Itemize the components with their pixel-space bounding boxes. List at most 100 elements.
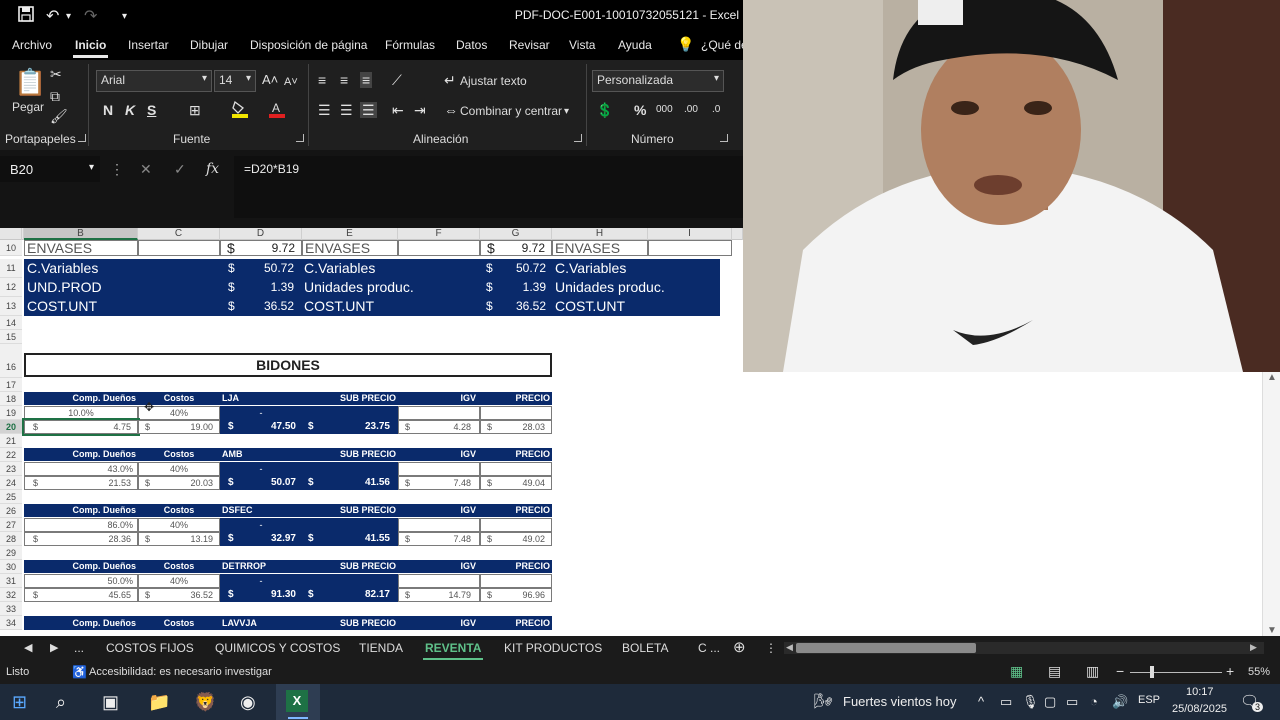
dialog-launcher-icon[interactable]: [78, 134, 86, 142]
align-bottom-icon[interactable]: ≡: [360, 72, 373, 88]
cell-e10[interactable]: ENVASES: [302, 240, 398, 256]
cell-f20[interactable]: $ 4.28: [398, 420, 480, 434]
row-header[interactable]: 25: [0, 490, 22, 504]
cell-h10[interactable]: ENVASES: [552, 240, 648, 256]
zoom-in-icon[interactable]: +: [1226, 663, 1234, 679]
font-color-icon[interactable]: A: [268, 100, 286, 121]
copy-icon[interactable]: ⧉: [50, 88, 60, 104]
scroll-left-icon[interactable]: ◀: [786, 642, 793, 653]
chevron-up-icon[interactable]: ^: [978, 690, 984, 714]
select-all-corner[interactable]: [0, 228, 22, 240]
row-header[interactable]: 15: [0, 330, 22, 344]
cell-h13[interactable]: COST.UNT: [555, 299, 705, 316]
cell-d32[interactable]: $ 91.30: [220, 588, 302, 602]
cell-g28[interactable]: $ 49.02: [480, 532, 552, 546]
cell-f31[interactable]: [398, 574, 480, 588]
header-costos[interactable]: Costos: [138, 560, 220, 573]
cell-e20[interactable]: $ 23.75: [302, 420, 398, 434]
header-comp-duenos[interactable]: Comp. Dueños: [24, 560, 136, 573]
accessibility-status[interactable]: Accesibilidad: es necesario investigar: [89, 666, 272, 678]
cell-b27[interactable]: 86.0%: [24, 518, 138, 532]
cell-d20[interactable]: $ 47.50: [220, 420, 302, 434]
column-header-j[interactable]: [732, 228, 743, 240]
cell-e11[interactable]: C.Variables: [304, 261, 398, 278]
cell-e32[interactable]: $ 82.17: [302, 588, 398, 602]
wifi-icon[interactable]: ◔: [1090, 690, 1098, 714]
page-break-view-icon[interactable]: ▥: [1086, 663, 1099, 680]
microphone-icon[interactable]: 🎙: [1022, 690, 1039, 714]
tab-vista[interactable]: Vista: [569, 38, 595, 52]
header-sub-precio[interactable]: SUB PRECIO: [302, 616, 396, 630]
borders-icon[interactable]: ⊞: [189, 102, 201, 118]
cell-c28[interactable]: $ 13.19: [138, 532, 220, 546]
column-header-f[interactable]: F: [398, 228, 480, 240]
sheet-tab-quimicos[interactable]: QUIMICOS Y COSTOS: [215, 641, 340, 655]
more-sheets-left[interactable]: ...: [74, 641, 84, 655]
column-header-e[interactable]: E: [302, 228, 398, 240]
obs-recorder-icon[interactable]: ◉: [240, 690, 256, 714]
cell-b11[interactable]: C.Variables: [27, 261, 137, 278]
cell-g24[interactable]: $ 49.04: [480, 476, 552, 490]
column-header-i[interactable]: I: [648, 228, 732, 240]
row-header[interactable]: 29: [0, 546, 22, 560]
screen-share-icon[interactable]: ▢: [1044, 690, 1056, 714]
redo-icon[interactable]: ↷: [84, 6, 97, 26]
row-header[interactable]: 18: [0, 392, 22, 406]
italic-button[interactable]: K: [125, 102, 135, 118]
scroll-right-icon[interactable]: ▶: [1250, 642, 1257, 653]
cell-b28[interactable]: $ 28.36: [24, 532, 138, 546]
font-size-select[interactable]: 14 ▾: [214, 70, 256, 92]
cell-d24[interactable]: $ 50.07: [220, 476, 302, 490]
cell-b12[interactable]: UND.PROD: [27, 280, 137, 297]
undo-icon[interactable]: ↶: [46, 6, 59, 26]
header-precio[interactable]: PRECIO: [480, 448, 550, 461]
file-explorer-icon[interactable]: 📁: [148, 690, 170, 714]
lightbulb-icon[interactable]: 💡: [677, 36, 694, 53]
decrease-indent-icon[interactable]: ⇤: [392, 102, 404, 118]
formula-input[interactable]: =D20*B19: [234, 156, 743, 218]
header-comp-duenos[interactable]: Comp. Dueños: [24, 616, 136, 630]
column-header-h[interactable]: H: [552, 228, 648, 240]
excel-taskbar-button[interactable]: X: [276, 684, 320, 720]
prev-sheet-icon[interactable]: ◀: [24, 641, 32, 654]
cell-d10[interactable]: $ 9.72: [220, 240, 302, 256]
zoom-slider-thumb[interactable]: [1150, 666, 1154, 678]
column-header-b[interactable]: B: [24, 228, 138, 240]
tab-inicio[interactable]: Inicio: [72, 38, 109, 58]
cell-b31[interactable]: 50.0%: [24, 574, 138, 588]
next-sheet-icon[interactable]: ▶: [50, 641, 58, 654]
zoom-out-icon[interactable]: −: [1116, 663, 1124, 679]
header-precio[interactable]: PRECIO: [480, 392, 550, 405]
tab-revisar[interactable]: Revisar: [509, 38, 550, 52]
scroll-down-icon[interactable]: ▼: [1267, 625, 1277, 636]
row-header[interactable]: 21: [0, 434, 22, 448]
cell-f28[interactable]: $ 7.48: [398, 532, 480, 546]
cell-e13[interactable]: COST.UNT: [304, 299, 398, 316]
clock-date[interactable]: 25/08/2025: [1172, 703, 1227, 715]
cell-d13[interactable]: $ 36.52: [226, 299, 300, 316]
more-options-icon[interactable]: ⋮: [765, 641, 777, 655]
cell-b20[interactable]: $ 4.75: [22, 418, 140, 436]
page-layout-view-icon[interactable]: ▤: [1048, 663, 1061, 680]
cell-e23[interactable]: [302, 462, 398, 476]
clock-time[interactable]: 10:17: [1186, 686, 1214, 698]
cell-d27[interactable]: -: [220, 518, 302, 532]
header-client[interactable]: DETRROP: [222, 560, 300, 573]
row-header[interactable]: 14: [0, 316, 22, 330]
enter-icon[interactable]: ✓: [174, 161, 186, 178]
cell-g11[interactable]: $ 50.72: [484, 261, 550, 278]
header-igv[interactable]: IGV: [398, 616, 476, 630]
weather-text[interactable]: Fuertes vientos hoy: [843, 694, 956, 709]
more-sheets-right[interactable]: ...: [710, 641, 720, 655]
cell-e24[interactable]: $ 41.56: [302, 476, 398, 490]
cell-c32[interactable]: $ 36.52: [138, 588, 220, 602]
cell-g12[interactable]: $ 1.39: [484, 280, 550, 297]
cell-e28[interactable]: $ 41.55: [302, 532, 398, 546]
camera-icon[interactable]: ▭: [1000, 690, 1012, 714]
row-header[interactable]: 12: [0, 278, 22, 297]
cell-b19[interactable]: 10.0%: [24, 406, 138, 420]
header-igv[interactable]: IGV: [398, 392, 476, 405]
header-precio[interactable]: PRECIO: [480, 616, 550, 630]
brave-browser-icon[interactable]: 🦁: [194, 690, 216, 714]
cell-f24[interactable]: $ 7.48: [398, 476, 480, 490]
